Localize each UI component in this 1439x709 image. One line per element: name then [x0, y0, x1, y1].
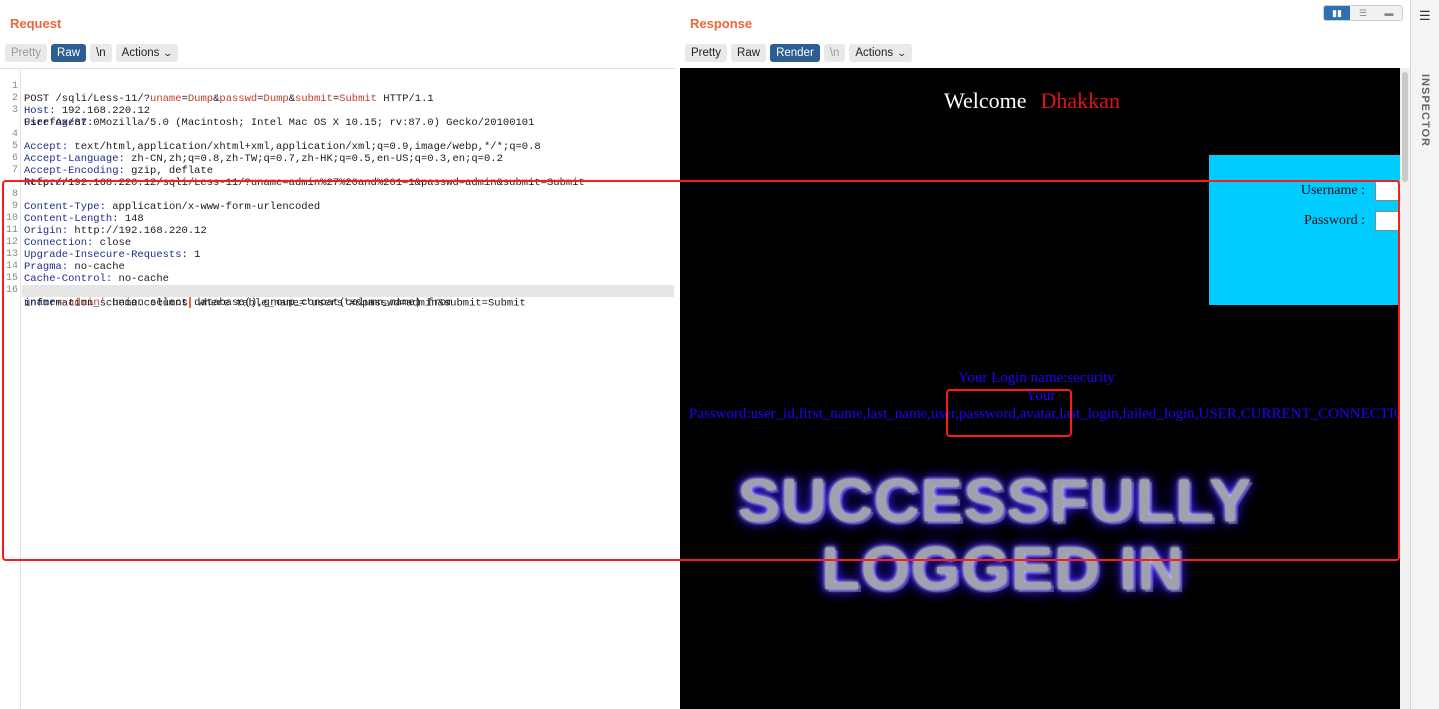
scrollbar-thumb[interactable] — [1402, 72, 1408, 182]
password-field[interactable] — [1375, 211, 1400, 231]
inspector-label[interactable]: INSPECTOR — [1419, 74, 1431, 147]
editor-line: 7 Referer: — [11, 165, 75, 189]
actions-label: Actions — [855, 47, 894, 59]
editor-line: http://192.168.220.12/sqli/Less-11/?unam… — [24, 177, 585, 189]
success-banner-line2: LOGGED IN — [821, 535, 1185, 602]
editor-line: 12 Upgrade-Insecure-Requests: 1 — [5, 237, 201, 261]
editor-line: 9 Content-Length: 148 — [11, 201, 144, 225]
password-result: Password:user_id,first_name,last_name,us… — [689, 406, 1400, 422]
editor-line: 8 Content-Type: application/x-www-form-u… — [11, 189, 321, 213]
username-label: Username : — [1300, 183, 1365, 198]
raw-button[interactable]: Raw — [731, 44, 767, 62]
password-label: Password : — [1303, 213, 1365, 228]
render-button[interactable]: Render — [770, 44, 820, 62]
editor-line: 6 Accept-Encoding: gzip, deflate — [11, 153, 214, 177]
editor-line: 11 Connection: close — [5, 225, 132, 249]
newline-toggle-button[interactable]: \n — [90, 44, 112, 62]
request-panel: Request Pretty Raw \n Actions ⌄ 1 POST /… — [0, 0, 676, 709]
response-panel: Response ▮▮ ☰ ▬ Pretty Raw Render \n Act… — [680, 0, 1410, 709]
response-title: Response — [690, 16, 753, 31]
layout-toggle: ▮▮ ☰ ▬ — [1323, 5, 1403, 21]
your-label: Your — [1026, 388, 1056, 404]
newline-toggle-button[interactable]: \n — [823, 44, 846, 62]
editor-line: 5 Accept-Language: zh-CN,zh;q=0.8,zh-TW;… — [11, 141, 503, 165]
editor-line: 2 Host: 192.168.220.12 — [11, 93, 151, 117]
editor-line: 13 Pragma: no-cache — [5, 249, 125, 273]
actions-label: Actions — [121, 47, 160, 59]
chevron-down-icon: ⌄ — [162, 48, 174, 58]
username-field[interactable] — [1375, 181, 1400, 201]
request-editor[interactable]: 1 POST /sqli/Less-11/?uname=Dump&passwd=… — [0, 68, 676, 709]
pretty-button[interactable]: Pretty — [685, 44, 728, 62]
success-banner-line1: SUCCESSFULLY — [737, 467, 1253, 534]
editor-line: Firefox/87.0 — [24, 117, 100, 129]
editor-line: 16 uname=-admin' union select database()… — [5, 285, 453, 309]
menu-lines-icon[interactable]: ☰ — [1419, 8, 1431, 24]
response-scrollbar[interactable] — [1400, 68, 1410, 709]
editor-line: 14 Cache-Control: no-cache — [5, 261, 169, 285]
editor-line: 3 User-Agent: Mozilla/5.0 (Macintosh; In… — [11, 105, 535, 129]
split-columns-icon[interactable]: ▮▮ — [1324, 6, 1350, 20]
single-pane-icon[interactable]: ▬ — [1376, 6, 1402, 20]
welcome-heading: Welcome Dhakkan — [944, 88, 1120, 113]
request-title: Request — [10, 16, 62, 31]
pretty-button[interactable]: Pretty — [5, 44, 48, 62]
editor-line: 15 — [5, 273, 18, 284]
actions-dropdown[interactable]: Actions ⌄ — [115, 44, 178, 62]
welcome-name: Dhakkan — [1040, 88, 1120, 113]
editor-line-current: information_schema.columns where table_n… — [22, 285, 674, 309]
inspector-sidebar[interactable]: ☰ INSPECTOR — [1410, 0, 1439, 709]
login-name-result: Your Login name:security — [958, 370, 1115, 386]
actions-dropdown[interactable]: Actions ⌄ — [849, 44, 912, 62]
split-rows-icon[interactable]: ☰ — [1350, 6, 1376, 20]
login-form: Username : Password : — [1209, 155, 1400, 305]
rendered-page: Welcome Dhakkan Username : Password : You… — [680, 68, 1400, 709]
editor-line: 4 Accept: text/html,application/xhtml+xm… — [11, 129, 541, 153]
response-toolbar: Pretty Raw Render \n Actions ⌄ — [685, 44, 912, 62]
text-cursor — [188, 297, 191, 308]
editor-line: 10 Origin: http://192.168.220.12 — [5, 213, 207, 237]
editor-line: 1 POST /sqli/Less-11/?uname=Dump&passwd=… — [0, 69, 676, 105]
raw-button[interactable]: Raw — [51, 44, 87, 62]
chevron-down-icon: ⌄ — [896, 48, 908, 58]
request-toolbar: Pretty Raw \n Actions ⌄ — [5, 44, 178, 62]
